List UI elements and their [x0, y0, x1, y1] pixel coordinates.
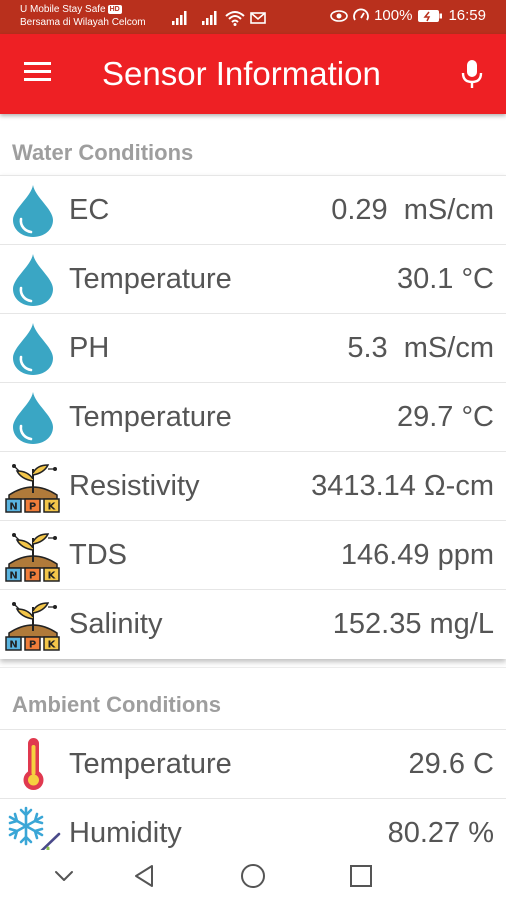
page-title: Sensor Information [102, 55, 381, 92]
sensor-row-ambient-temperature[interactable]: Temperature 29.6 C [0, 730, 506, 799]
back-icon[interactable] [131, 862, 159, 890]
sensor-value: 3413.14 Ω-cm [311, 470, 494, 502]
carrier-info: U Mobile Stay Safe HD Bersama di Wilayah … [20, 3, 146, 29]
carrier-name: U Mobile Stay Safe [20, 4, 106, 15]
water-conditions-card: EC 0.29 mS/cm Temperature 30.1 °C PH 5.3… [0, 175, 506, 659]
sensor-row-water-temperature[interactable]: Temperature 30.1 °C [0, 245, 506, 314]
section-header-ambient: Ambient Conditions [0, 667, 506, 729]
sensor-row-resistivity[interactable]: Resistivity 3413.14 Ω-cm [0, 452, 506, 521]
home-icon[interactable] [239, 862, 267, 890]
sensor-label: EC [69, 194, 110, 226]
sensor-row-salinity[interactable]: Salinity 152.35 mg/L [0, 590, 506, 659]
status-bar: U Mobile Stay Safe HD Bersama di Wilayah … [0, 0, 506, 34]
thermometer-icon [4, 735, 62, 793]
sensor-row-ph[interactable]: PH 5.3 mS/cm [0, 314, 506, 383]
microphone-icon[interactable] [460, 58, 484, 90]
npk-soil-icon [4, 595, 62, 653]
water-drop-icon [4, 181, 62, 239]
battery-percent: 100% [374, 7, 413, 24]
hamburger-menu-icon[interactable] [24, 62, 54, 86]
ambient-conditions-card: Temperature 29.6 C Humidity 80.27 % [0, 729, 506, 850]
water-drop-icon [4, 250, 62, 308]
sensor-label: Temperature [69, 748, 232, 780]
sensor-value: 0.29 mS/cm [331, 194, 494, 226]
snowflake-humidity-icon [4, 804, 62, 850]
hide-keyboard-icon[interactable] [50, 862, 78, 890]
speedometer-icon [353, 8, 369, 20]
water-drop-icon [4, 319, 62, 377]
sensor-label: Temperature [69, 401, 232, 433]
sensor-label: Temperature [69, 263, 232, 295]
section-header-water: Water Conditions [12, 140, 194, 165]
sensor-label: PH [69, 332, 110, 364]
sensor-list[interactable]: Water Conditions EC 0.29 mS/cm Temperatu… [0, 114, 506, 850]
sensor-label: TDS [69, 539, 127, 571]
carrier-subtext: Bersama di Wilayah Celcom [20, 17, 146, 28]
sensor-label: Humidity [69, 817, 182, 849]
sensor-value: 30.1 °C [396, 263, 494, 295]
signal-wifi-icons [172, 11, 266, 26]
sensor-label: Salinity [69, 608, 163, 640]
battery-icon [418, 9, 443, 22]
hd-badge: HD [107, 5, 122, 14]
clock: 16:59 [448, 7, 486, 24]
app-bar: Sensor Information [0, 34, 506, 114]
recents-icon[interactable] [347, 862, 375, 890]
sensor-value: 146.49 ppm [340, 539, 494, 571]
sensor-value: 29.6 C [408, 748, 494, 780]
sensor-value: 152.35 mg/L [332, 608, 494, 640]
sensor-row-humidity[interactable]: Humidity 80.27 % [0, 799, 506, 850]
water-drop-icon [4, 388, 62, 446]
navigation-bar [0, 850, 506, 900]
sensor-value: 5.3 mS/cm [347, 332, 494, 364]
npk-soil-icon [4, 457, 62, 515]
sensor-label: Resistivity [69, 470, 200, 502]
npk-soil-icon [4, 526, 62, 584]
sensor-row-tds[interactable]: TDS 146.49 ppm [0, 521, 506, 590]
status-right: 100% 16:59 [330, 7, 486, 24]
sensor-value: 29.7 °C [396, 401, 494, 433]
eye-icon [330, 9, 348, 22]
sensor-row-water-temperature-2[interactable]: Temperature 29.7 °C [0, 383, 506, 452]
sensor-value: 80.27 % [387, 817, 494, 849]
sensor-row-ec[interactable]: EC 0.29 mS/cm [0, 176, 506, 245]
